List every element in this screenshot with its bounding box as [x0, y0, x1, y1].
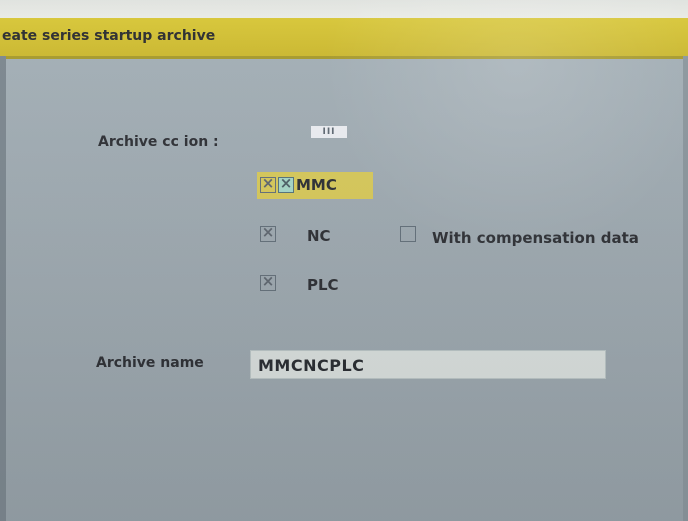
mmc-option-label: MMC	[296, 176, 337, 194]
archive-options-label: Archive cc ion :	[98, 134, 219, 150]
compensation-data-checkbox[interactable]	[400, 226, 416, 242]
title-bar: eate series startup archive	[0, 18, 688, 59]
compensation-data-label: With compensation data	[432, 229, 639, 247]
mmc-checkbox[interactable]	[260, 177, 276, 193]
archive-name-label: Archive name	[96, 355, 204, 371]
left-border	[0, 56, 6, 521]
archive-options-indicator: III	[311, 126, 347, 138]
nc-checkbox[interactable]	[260, 226, 276, 242]
nc-option-label: NC	[307, 227, 331, 245]
archive-name-input[interactable]: MMCNCPLC	[250, 350, 606, 379]
screen-glare	[0, 0, 688, 521]
mmc-focus-checkbox[interactable]	[278, 177, 294, 193]
monitor-top-bezel	[0, 0, 688, 18]
window-title: eate series startup archive	[2, 28, 216, 44]
archive-name-value: MMCNCPLC	[258, 356, 365, 375]
right-border	[683, 56, 688, 521]
plc-checkbox[interactable]	[260, 275, 276, 291]
screen: eate series startup archive Archive cc i…	[0, 0, 688, 521]
plc-option-label: PLC	[307, 276, 339, 294]
